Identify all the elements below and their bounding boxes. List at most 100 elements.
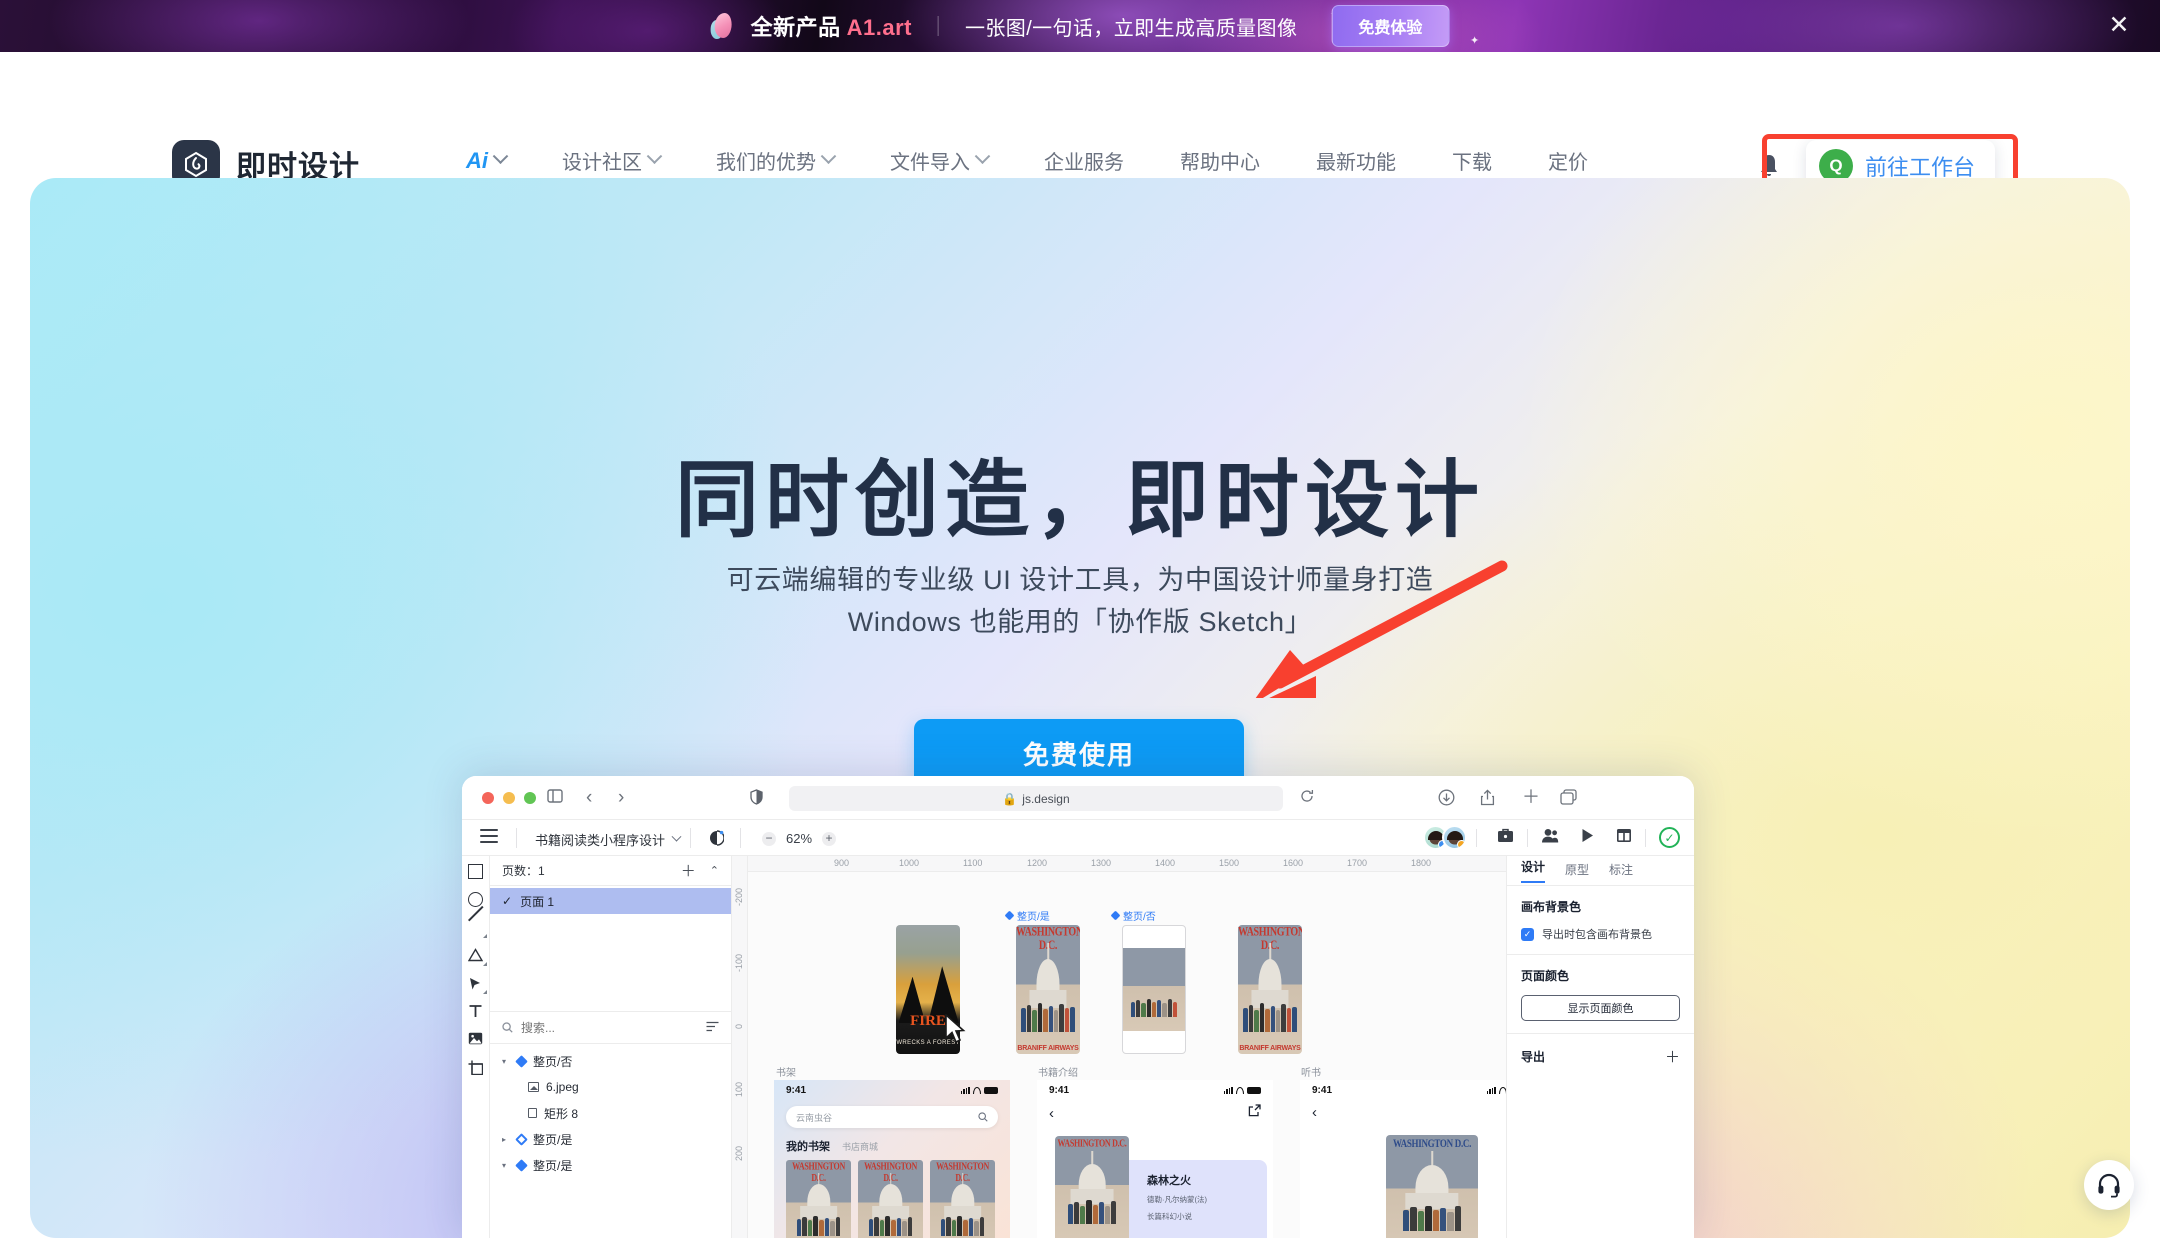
shield-icon[interactable] [750,789,763,810]
collaborator-avatar[interactable] [1442,825,1467,850]
frame-label[interactable]: 书籍介绍 [1038,1064,1078,1079]
minimize-window-icon[interactable] [503,792,515,804]
reload-icon[interactable] [1300,789,1314,806]
nav-item-ai[interactable]: Ai [466,148,509,174]
artboard-label[interactable]: 整页/是 [1004,908,1050,923]
nav-item-advantages[interactable]: 我们的优势 [716,146,837,175]
layer-search[interactable] [490,1012,731,1044]
briefcase-icon[interactable] [1497,827,1514,848]
layer-row[interactable]: 矩形 8 [490,1100,731,1126]
zoom-out-button[interactable]: − [762,831,776,846]
show-page-color-button[interactable]: 显示页面颜色 [1521,995,1680,1021]
nav-item-file-import[interactable]: 文件导入 [890,146,991,175]
window-controls[interactable] [482,792,536,804]
poster-footer: BRANIFF AIRWAYS [1017,1045,1079,1052]
image-tool-icon[interactable] [468,1032,483,1047]
layer-row[interactable]: ▾ 整页/是 [490,1152,731,1178]
chevron-left-icon[interactable]: ‹ [586,788,592,807]
page-item-selected[interactable]: ✓ 页面 1 [490,888,731,914]
poster-white-frame[interactable] [1122,925,1186,1054]
add-user-icon[interactable] [1541,828,1559,848]
nav-item-community[interactable]: 设计社区 [562,146,663,175]
poster-washington[interactable]: WASHINGTON D.C. BRANIFF AIRWAYS [1238,925,1302,1054]
image-icon [528,1082,539,1092]
chevron-up-icon[interactable]: ⌃ [710,864,719,877]
chevron-right-icon[interactable]: ▸ [502,1135,510,1144]
phone-audiobook[interactable]: 9:41 ‹ WASHINGTON D.C. [1300,1080,1506,1238]
rectangle-tool-icon[interactable] [468,864,483,879]
zoom-in-button[interactable]: + [822,831,837,846]
chevron-down-icon[interactable]: ▾ [502,1057,510,1066]
tab-my-shelf[interactable]: 我的书架 [786,1138,830,1154]
layer-search-input[interactable] [521,1020,671,1035]
phone-book-detail[interactable]: 9:41 ‹ WASHINGTON D.C. 森林之火 德勒·凡尔纳蒙(法) 长… [1037,1080,1273,1238]
line-tool-icon[interactable] [468,920,487,938]
book-cover[interactable]: WASHINGTON D.C. [1055,1136,1129,1238]
nav-item-pricing[interactable]: 定价 [1548,146,1588,175]
phone-tabs[interactable]: 我的书架 书店商城 [786,1138,1010,1154]
chevron-right-icon[interactable]: › [618,788,624,807]
tab-store[interactable]: 书店商城 [842,1140,878,1153]
zoom-control[interactable]: − 62% + [762,831,837,846]
share-icon[interactable] [1480,789,1495,811]
chevron-left-icon[interactable]: ‹ [1312,1104,1317,1121]
support-button[interactable] [2084,1160,2134,1210]
artboard-label[interactable]: 整页/否 [1110,908,1156,923]
tab-prototype[interactable]: 原型 [1565,861,1589,880]
signal-icon [1486,1086,1496,1094]
canvas-surface[interactable]: 整页/是 整页/否 FIRE WRECKS A FOREST WASHINGTO… [748,872,1506,1238]
external-link-icon[interactable] [1248,1104,1261,1122]
play-icon[interactable] [1581,828,1594,848]
polygon-tool-icon[interactable] [467,948,487,966]
tabs-icon[interactable] [1560,789,1577,810]
sidebar-icon[interactable] [547,789,563,808]
contrast-icon[interactable] [710,830,725,851]
frame-label[interactable]: 听书 [1301,1064,1321,1079]
nav-item-whatsnew[interactable]: 最新功能 [1316,146,1396,175]
sort-icon[interactable] [706,1021,719,1035]
layer-row[interactable]: ▸ 整页/是 [490,1126,731,1152]
promo-cta-button[interactable]: 免费体验 [1331,5,1450,47]
phone-bookshelf[interactable]: 9:41 云南虫谷 我的书架 书店商城 WASHINGTON WASHINGTO… [774,1080,1010,1238]
book-card[interactable]: WASHINGTON D.C. [930,1160,995,1238]
audiobook-cover[interactable]: WASHINGTON D.C. [1386,1135,1478,1238]
maximize-window-icon[interactable] [524,792,536,804]
export-bg-checkbox-row[interactable]: ✓ 导出时包含画布背景色 [1521,926,1680,942]
close-window-icon[interactable] [482,792,494,804]
hamburger-icon[interactable] [480,829,498,847]
book-card[interactable]: WASHINGTON D.C. [858,1160,923,1238]
ruler-tick: 0 [734,1024,744,1030]
close-icon[interactable]: ✕ [2106,13,2132,39]
book-card[interactable]: WASHINGTON D.C. [786,1160,851,1238]
layer-row[interactable]: 6.jpeg [490,1074,731,1100]
chevron-left-icon[interactable]: ‹ [1049,1105,1054,1122]
layout-icon[interactable] [1616,828,1632,848]
tab-annotation[interactable]: 标注 [1609,861,1633,880]
nav-item-help[interactable]: 帮助中心 [1180,146,1260,175]
chevron-down-icon[interactable]: ▾ [502,1161,510,1170]
design-canvas[interactable]: 900 1000 1100 1200 1300 1400 1500 1600 1… [732,856,1506,1238]
pen-tool-icon[interactable] [468,976,487,994]
file-name-dropdown[interactable]: 书籍阅读类小程序设计 [535,830,682,849]
text-tool-icon[interactable] [468,1004,483,1019]
bell-icon[interactable] [1756,152,1782,180]
poster-washington[interactable]: WASHINGTON D.C. BRANIFF AIRWAYS [1016,925,1080,1054]
new-tab-icon[interactable]: ＋ [1522,788,1540,806]
plus-icon[interactable]: ＋ [1665,1046,1680,1067]
frame-tool-icon[interactable] [468,1060,484,1076]
frame-label[interactable]: 书架 [776,1064,796,1079]
check-circle-icon[interactable]: ✓ [1659,827,1680,848]
tab-design[interactable]: 设计 [1521,858,1546,883]
address-bar[interactable]: 🔒 js.design [789,786,1283,811]
wifi-icon [973,1086,981,1094]
phone-search-field[interactable]: 云南虫谷 [786,1106,998,1128]
checkbox[interactable]: ✓ [1521,927,1534,941]
download-icon[interactable] [1438,789,1455,811]
ruler-tick: 1800 [1411,858,1432,868]
nav-item-download[interactable]: 下载 [1452,146,1492,175]
add-page-icon[interactable]: ＋ [681,860,696,881]
ruler-tick: 1500 [1219,858,1240,868]
nav-item-enterprise[interactable]: 企业服务 [1044,146,1124,175]
ellipse-tool-icon[interactable] [468,892,483,907]
layer-row[interactable]: ▾ 整页/否 [490,1048,731,1074]
